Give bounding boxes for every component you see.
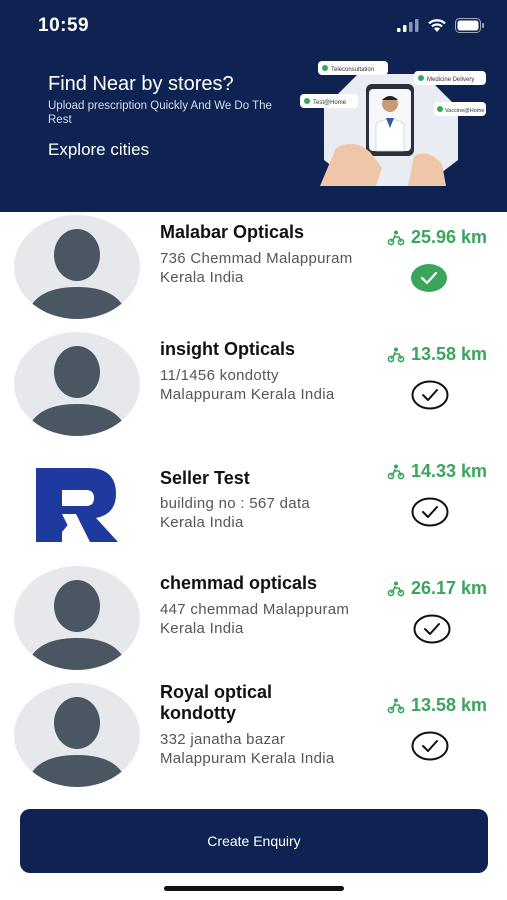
person-placeholder-icon <box>26 346 128 436</box>
status-icons <box>397 17 485 33</box>
store-distance-value: 13.58 km <box>410 344 487 364</box>
explore-cities-link[interactable]: Explore cities <box>48 140 149 160</box>
store-distance-value: 13.58 km <box>410 695 487 715</box>
store-distance: 25.96 km <box>387 227 487 248</box>
store-distance: 26.17 km <box>387 578 487 599</box>
header-banner: 10:59 Find Near by stores? Upload prescr… <box>0 0 507 212</box>
status-time: 10:59 <box>38 15 90 36</box>
status-bar: 10:59 <box>0 0 507 50</box>
store-name: Royal optical kondotty <box>160 682 273 723</box>
store-address: 332 janatha bazar Malappuram Kerala Indi… <box>160 731 335 767</box>
store-address: building no : 567 data Kerala India <box>160 495 311 531</box>
store-distance-value: 14.33 km <box>410 461 487 481</box>
check-circle-icon <box>411 380 449 410</box>
home-indicator[interactable] <box>164 886 344 891</box>
store-name: insight Opticals <box>160 339 296 359</box>
check-circle-icon <box>411 497 449 527</box>
select-store-button[interactable] <box>411 380 449 410</box>
store-avatar <box>14 566 140 670</box>
store-distance: 13.58 km <box>387 695 487 716</box>
delivery-scooter-icon <box>387 230 405 245</box>
check-circle-filled-icon <box>411 264 447 292</box>
chip-teleconsultation: Teleconsultation <box>331 67 374 73</box>
store-distance: 14.33 km <box>387 461 487 482</box>
store-name: chemmad opticals <box>160 573 318 593</box>
delivery-scooter-icon <box>387 464 405 479</box>
store-name: Seller Test <box>160 468 250 488</box>
check-circle-icon <box>411 731 449 761</box>
create-enquiry-button[interactable]: Create Enquiry <box>20 809 488 873</box>
store-item[interactable]: chemmad opticals 447 chemmad Malappuram … <box>0 563 507 680</box>
check-circle-icon <box>413 614 451 644</box>
chip-vaccine-at-home: Vaccine@Home <box>445 108 484 114</box>
chip-medicine-delivery: Medicine Delivery <box>427 77 474 83</box>
delivery-scooter-icon <box>387 581 405 596</box>
select-store-button[interactable] <box>413 614 451 644</box>
store-avatar <box>14 332 140 436</box>
person-placeholder-icon <box>26 580 128 670</box>
store-item[interactable]: Royal optical kondotty 332 janatha bazar… <box>0 680 507 797</box>
battery-icon <box>455 17 484 33</box>
chip-test-at-home: Test@Home <box>313 100 347 106</box>
store-distance-value: 26.17 km <box>410 578 487 598</box>
person-placeholder-icon <box>26 229 128 319</box>
doctor-consultation-illustration: Teleconsultation Medicine Delivery Test@… <box>300 61 486 186</box>
cellular-signal-icon <box>397 19 419 32</box>
store-avatar <box>14 683 140 787</box>
brand-logo-icon <box>36 468 118 542</box>
store-address: 447 chemmad Malappuram Kerala India <box>160 601 350 637</box>
store-avatar <box>14 215 140 319</box>
delivery-scooter-icon <box>387 347 405 362</box>
store-distance: 13.58 km <box>387 344 487 365</box>
hero-title: Find Near by stores? <box>48 73 234 95</box>
hero-subtitle: Upload prescription Quickly And We Do Th… <box>48 100 272 126</box>
store-address: 736 Chemmad Malappuram Kerala India <box>160 250 353 286</box>
store-distance-value: 25.96 km <box>410 227 487 247</box>
select-store-button[interactable] <box>411 731 449 761</box>
person-placeholder-icon <box>26 697 128 787</box>
store-item[interactable]: Seller Test building no : 567 data Keral… <box>0 446 507 563</box>
wifi-icon <box>428 18 446 32</box>
store-item[interactable]: insight Opticals 11/1456 kondotty Malapp… <box>0 329 507 446</box>
select-store-button[interactable] <box>410 263 448 293</box>
store-address: 11/1456 kondotty Malappuram Kerala India <box>160 367 335 403</box>
select-store-button[interactable] <box>411 497 449 527</box>
store-name: Malabar Opticals <box>160 222 305 242</box>
store-item[interactable]: Malabar Opticals 736 Chemmad Malappuram … <box>0 212 507 329</box>
delivery-scooter-icon <box>387 698 405 713</box>
